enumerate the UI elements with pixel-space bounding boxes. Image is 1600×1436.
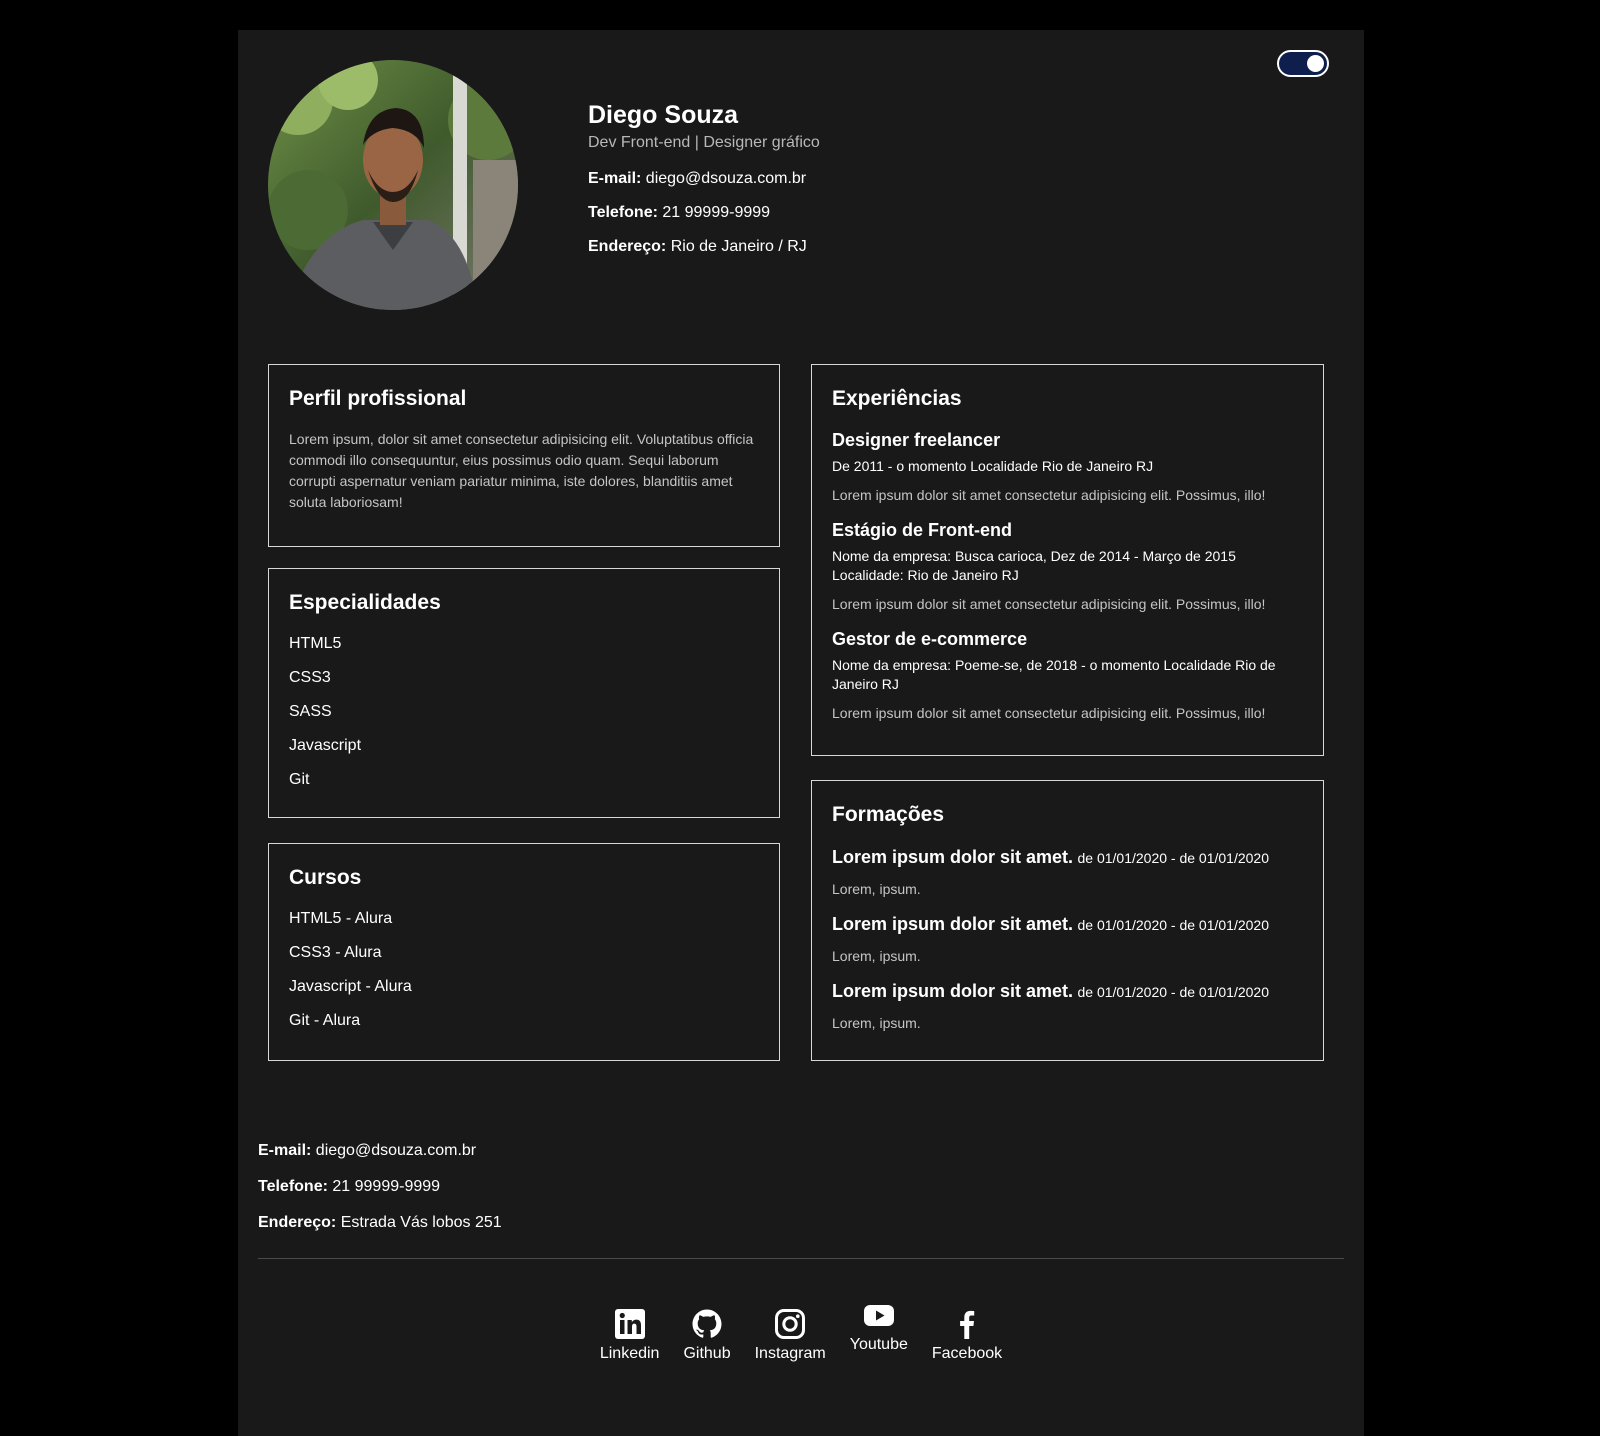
education-desc: Lorem, ipsum. <box>832 948 921 964</box>
address-label: Endereço: <box>258 1214 337 1231</box>
facebook-icon <box>960 1310 975 1339</box>
phone-label: Telefone: <box>258 1178 328 1195</box>
phone-value: 21 99999-9999 <box>662 204 771 221</box>
specialty-item: Javascript <box>289 737 362 754</box>
specialties-title: Especialidades <box>289 591 441 614</box>
linkedin-icon <box>614 1309 645 1339</box>
job-meta: Nome da empresa: Busca carioca, Dez de 2… <box>832 548 1236 583</box>
social-label: Instagram <box>754 1345 826 1362</box>
person-role: Dev Front-end | Designer gráfico <box>588 134 820 151</box>
email-value: diego@dsouza.com.br <box>315 1142 477 1159</box>
education-desc: Lorem, ipsum. <box>832 1015 921 1031</box>
course-item: Javascript - Alura <box>289 978 412 995</box>
education-title: Formações <box>832 803 945 826</box>
toggle-knob <box>1307 55 1324 72</box>
profile-text: Lorem ipsum, dolor sit amet consectetur … <box>289 431 754 510</box>
github-icon <box>692 1309 722 1338</box>
job-desc: Lorem ipsum dolor sit amet consectetur a… <box>832 487 1266 503</box>
job-title: Gestor de e-commerce <box>832 629 1028 649</box>
job-meta: De 2011 - o momento Localidade Rio de Ja… <box>832 458 1154 474</box>
courses-card: Cursos HTML5 - Alura CSS3 - Alura Javasc… <box>268 843 780 1061</box>
course-item: HTML5 - Alura <box>289 910 393 927</box>
person-name: Diego Souza <box>588 101 739 129</box>
social-link-youtube[interactable]: Youtube <box>850 1299 908 1364</box>
education-dates: de 01/01/2020 - de 01/01/2020 <box>1077 984 1270 1000</box>
instagram-icon <box>775 1309 806 1339</box>
job-desc: Lorem ipsum dolor sit amet consectetur a… <box>832 705 1266 721</box>
specialty-item: CSS3 <box>289 669 331 686</box>
specialties-card: Especialidades HTML5 CSS3 SASS Javascrip… <box>268 568 780 818</box>
job-desc: Lorem ipsum dolor sit amet consectetur a… <box>832 596 1266 612</box>
footer-address: Endereço: Estrada Vás lobos 251 <box>258 1212 502 1233</box>
job-title: Designer freelancer <box>832 430 1001 450</box>
profile-card: Perfil profissional Lorem ipsum, dolor s… <box>268 364 780 547</box>
course-item: CSS3 - Alura <box>289 944 382 961</box>
header-phone: Telefone: 21 99999-9999 <box>588 202 820 223</box>
phone-value: 21 99999-9999 <box>332 1178 441 1195</box>
social-label: Youtube <box>849 1336 908 1353</box>
social-link-instagram[interactable]: Instagram <box>755 1308 826 1364</box>
education-dates: de 01/01/2020 - de 01/01/2020 <box>1077 850 1270 866</box>
youtube-icon <box>863 1305 894 1326</box>
header-address: Endereço: Rio de Janeiro / RJ <box>588 236 820 257</box>
social-link-facebook[interactable]: Facebook <box>932 1308 1002 1364</box>
courses-title: Cursos <box>289 866 362 889</box>
job-title: Estágio de Front-end <box>832 520 1012 540</box>
header-info: Diego Souza Dev Front-end | Designer grá… <box>588 100 820 270</box>
education-card: Formações Lorem ipsum dolor sit amet. de… <box>811 780 1324 1061</box>
education-course: Lorem ipsum dolor sit amet. <box>832 914 1074 934</box>
social-label: Linkedin <box>599 1345 660 1362</box>
address-value: Rio de Janeiro / RJ <box>670 238 807 255</box>
profile-photo <box>268 60 518 310</box>
experiences-title: Experiências <box>832 387 962 410</box>
social-label: Github <box>683 1345 731 1362</box>
footer-email: E-mail: diego@dsouza.com.br <box>258 1140 502 1161</box>
education-row: Lorem ipsum dolor sit amet. de 01/01/202… <box>832 912 1303 938</box>
course-item: Git - Alura <box>289 1012 361 1029</box>
footer-phone: Telefone: 21 99999-9999 <box>258 1176 502 1197</box>
education-dates: de 01/01/2020 - de 01/01/2020 <box>1077 917 1270 933</box>
header-email: E-mail: diego@dsouza.com.br <box>588 168 820 189</box>
footer-contact: E-mail: diego@dsouza.com.br Telefone: 21… <box>258 1140 502 1248</box>
education-desc: Lorem, ipsum. <box>832 881 921 897</box>
profile-title: Perfil profissional <box>289 387 467 410</box>
avatar <box>268 60 518 310</box>
specialty-item: Git <box>289 771 310 788</box>
social-links: Linkedin Github Instagram Youtube Facebo… <box>238 1305 1364 1364</box>
email-label: E-mail: <box>258 1142 312 1159</box>
resume-page: Diego Souza Dev Front-end | Designer grá… <box>238 30 1364 1436</box>
footer-divider <box>258 1258 1344 1259</box>
experiences-card: Experiências Designer freelancer De 2011… <box>811 364 1324 756</box>
education-course: Lorem ipsum dolor sit amet. <box>832 847 1074 867</box>
social-label: Facebook <box>931 1345 1003 1362</box>
theme-toggle[interactable] <box>1277 50 1329 77</box>
education-row: Lorem ipsum dolor sit amet. de 01/01/202… <box>832 845 1303 871</box>
specialty-item: SASS <box>289 703 332 720</box>
phone-label: Telefone: <box>588 204 658 221</box>
job-meta: Nome da empresa: Poeme-se, de 2018 - o m… <box>832 657 1276 692</box>
education-row: Lorem ipsum dolor sit amet. de 01/01/202… <box>832 979 1303 1005</box>
email-label: E-mail: <box>588 170 642 187</box>
social-link-github[interactable]: Github <box>683 1308 731 1364</box>
specialty-item: HTML5 <box>289 635 342 652</box>
social-link-linkedin[interactable]: Linkedin <box>599 1308 660 1364</box>
address-value: Estrada Vás lobos 251 <box>340 1214 502 1231</box>
email-value: diego@dsouza.com.br <box>645 170 807 187</box>
education-course: Lorem ipsum dolor sit amet. <box>832 981 1074 1001</box>
address-label: Endereço: <box>588 238 667 255</box>
